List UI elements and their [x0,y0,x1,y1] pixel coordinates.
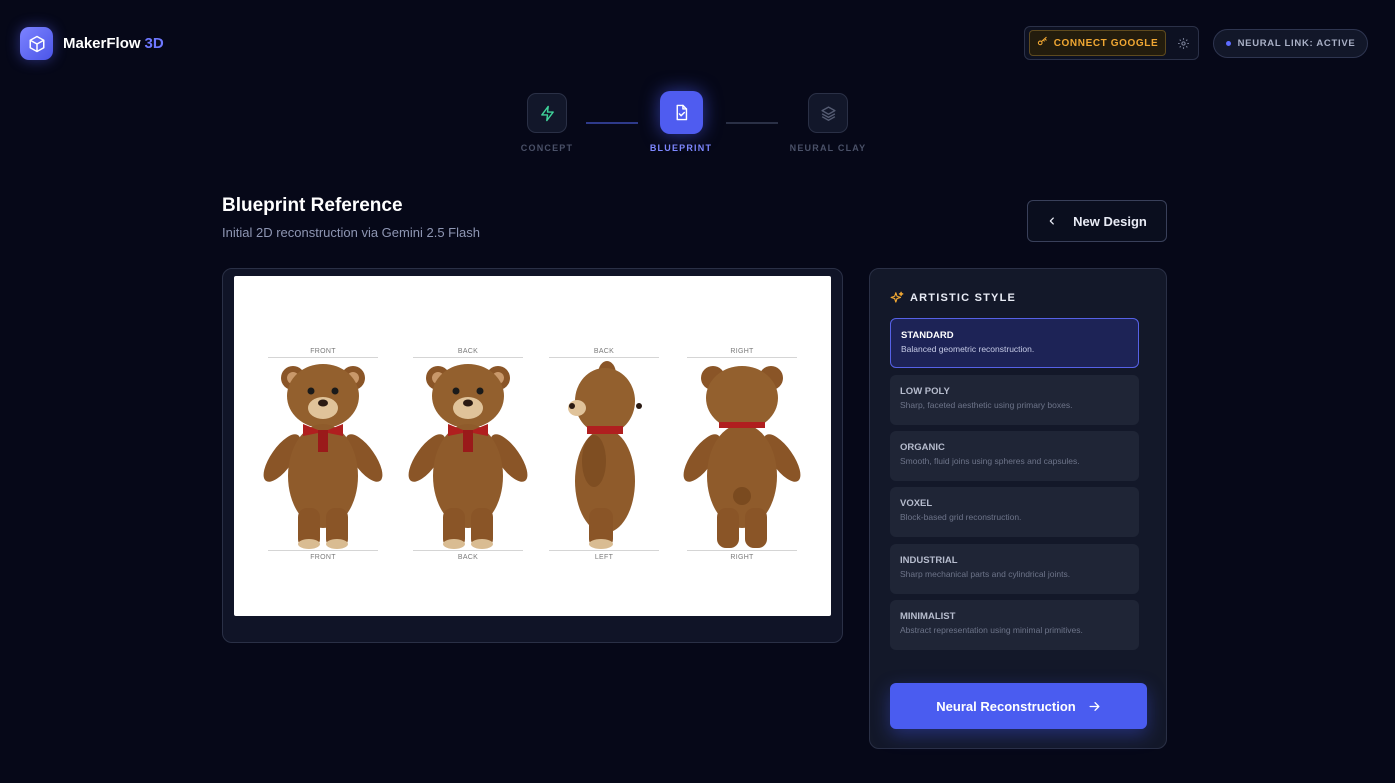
key-icon [1037,36,1048,50]
gear-icon[interactable] [1177,37,1190,50]
step-blueprint[interactable]: BLUEPRINT [649,91,713,153]
document-check-icon [659,91,703,134]
style-option-standard[interactable]: STANDARD Balanced geometric reconstructi… [890,318,1139,368]
style-option-industrial[interactable]: INDUSTRIAL Sharp mechanical parts and cy… [890,544,1139,594]
new-design-label: New Design [1073,213,1147,229]
style-option-title: LOW POLY [900,386,950,397]
cube-logo-icon [20,27,53,60]
style-option-title: MINIMALIST [900,611,956,622]
lightning-icon [527,93,567,133]
step-blueprint-label: BLUEPRINT [649,143,713,153]
style-option-title: ORGANIC [900,442,945,453]
connect-group: CONNECT GOOGLE [1024,26,1199,60]
blueprint-reference-image: FRONT FRONT BACK BACK BACK LEFT RIGHT RI… [234,276,831,616]
neural-reconstruction-button[interactable]: Neural Reconstruction [890,683,1147,729]
style-option-desc: Sharp, faceted aesthetic using primary b… [900,400,1073,410]
style-option-desc: Abstract representation using minimal pr… [900,625,1083,635]
blueprint-panel: FRONT FRONT BACK BACK BACK LEFT RIGHT RI… [222,268,843,643]
neural-reconstruction-label: Neural Reconstruction [936,698,1076,714]
sparkles-icon [890,291,904,305]
teddy-bear-side-illustration [568,361,642,549]
step-connector-2 [726,122,778,124]
connect-google-button[interactable]: CONNECT GOOGLE [1029,30,1166,56]
connect-google-label: CONNECT GOOGLE [1053,37,1159,49]
style-option-desc: Balanced geometric reconstruction. [901,344,1035,354]
page-title: Blueprint Reference [222,195,403,216]
artistic-style-label: ARTISTIC STYLE [910,292,1017,304]
artistic-style-heading: ARTISTIC STYLE [890,291,1016,305]
view-label-bottom: LEFT [594,554,614,561]
style-option-minimalist[interactable]: MINIMALIST Abstract representation using… [890,600,1139,650]
brand[interactable]: MakerFlow 3D [20,27,164,60]
status-dot-icon [1225,41,1231,46]
style-option-voxel[interactable]: VOXEL Block-based grid reconstruction. [890,487,1139,537]
step-connector-1 [586,122,638,124]
bear-side-view: BACK LEFT [539,276,669,616]
style-option-desc: Sharp mechanical parts and cylindrical j… [900,569,1071,579]
step-concept-label: CONCEPT [520,143,574,153]
app-name: MakerFlow [63,35,141,52]
bear-back-view: BACK BACK [403,276,533,616]
style-option-title: STANDARD [901,330,954,341]
app-name-accent: 3D [144,35,164,52]
chevron-left-icon [1047,216,1057,226]
teddy-bear-front-illustration [263,364,383,549]
style-option-organic[interactable]: ORGANIC Smooth, fluid joins using sphere… [890,431,1139,481]
step-neural-clay-label: NEURAL CLAY [789,143,867,153]
bear-front-view: FRONT FRONT [258,276,388,616]
page-subtitle: Initial 2D reconstruction via Gemini 2.5… [222,225,480,240]
style-option-desc: Smooth, fluid joins using spheres and ca… [900,456,1080,466]
neural-link-status-badge: NEURAL LINK: ACTIVE [1213,29,1368,58]
view-label-bottom: BACK [457,554,479,561]
style-option-low-poly[interactable]: LOW POLY Sharp, faceted aesthetic using … [890,375,1139,425]
style-option-title: INDUSTRIAL [900,555,958,566]
new-design-button[interactable]: New Design [1027,200,1167,242]
style-option-desc: Block-based grid reconstruction. [900,512,1022,522]
teddy-bear-back-illustration [408,364,528,549]
style-option-title: VOXEL [900,498,933,509]
layers-icon [808,93,848,133]
step-neural-clay[interactable]: NEURAL CLAY [783,93,873,153]
teddy-bear-rear-illustration [683,366,801,548]
neural-link-label: NEURAL LINK: ACTIVE [1237,38,1356,49]
bear-rear-view: RIGHT RIGHT [677,276,807,616]
step-concept[interactable]: CONCEPT [517,93,577,153]
arrow-right-icon [1088,700,1101,713]
artistic-style-panel: ARTISTIC STYLE STANDARD Balanced geometr… [869,268,1167,749]
view-label-bottom: FRONT [310,554,336,561]
view-label-bottom: RIGHT [730,554,754,561]
